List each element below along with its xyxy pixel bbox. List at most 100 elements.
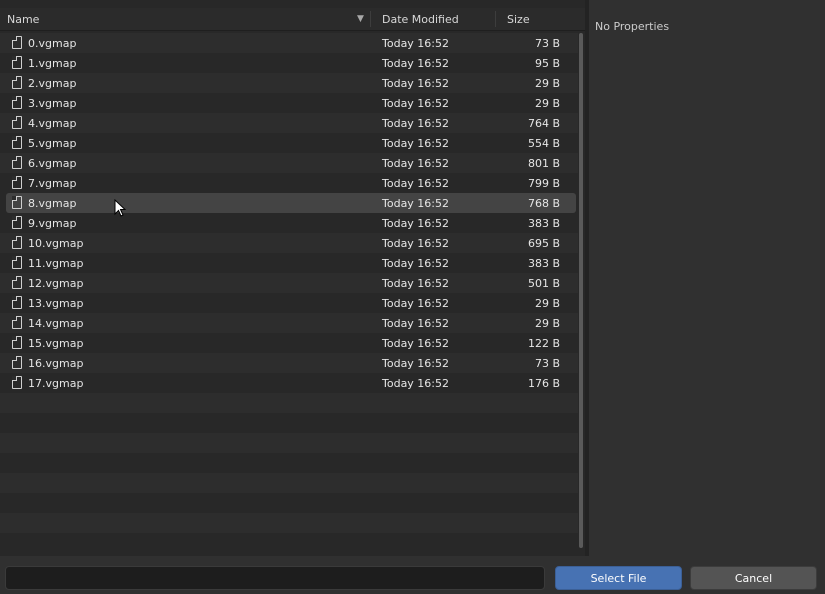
file-size: 122 B: [527, 337, 560, 350]
file-size: 29 B: [534, 77, 560, 90]
file-date-modified: Today 16:52: [382, 237, 450, 250]
file-date-modified: Today 16:52: [382, 137, 450, 150]
column-divider[interactable]: [370, 11, 371, 27]
date-modified-column-header[interactable]: Date Modified: [382, 13, 459, 26]
file-row[interactable]: 7.vgmap Today 16:52 799 B: [0, 173, 578, 193]
column-divider[interactable]: [495, 11, 496, 27]
file-size: 799 B: [527, 177, 560, 190]
file-name: 3.vgmap: [28, 97, 77, 110]
file-row[interactable]: 5.vgmap Today 16:52 554 B: [0, 133, 578, 153]
file-date-modified: Today 16:52: [382, 117, 450, 130]
file-icon: [12, 376, 22, 389]
file-size: 29 B: [534, 297, 560, 310]
file-date-modified: Today 16:52: [382, 97, 450, 110]
column-header: Name ▼ Date Modified Size: [0, 8, 585, 31]
empty-row: [0, 493, 578, 513]
file-date-modified: Today 16:52: [382, 297, 450, 310]
file-row[interactable]: 14.vgmap Today 16:52 29 B: [0, 313, 578, 333]
file-date-modified: Today 16:52: [382, 197, 450, 210]
file-name: 4.vgmap: [28, 117, 77, 130]
no-properties-label: No Properties: [595, 20, 670, 33]
empty-row: [0, 533, 578, 553]
file-row[interactable]: 9.vgmap Today 16:52 383 B: [0, 213, 578, 233]
file-row[interactable]: 4.vgmap Today 16:52 764 B: [0, 113, 578, 133]
file-name: 15.vgmap: [28, 337, 84, 350]
file-size: 554 B: [527, 137, 560, 150]
file-icon: [12, 316, 22, 329]
filename-input[interactable]: [5, 566, 545, 590]
file-name: 1.vgmap: [28, 57, 77, 70]
empty-row: [0, 393, 578, 413]
file-row[interactable]: 11.vgmap Today 16:52 383 B: [0, 253, 578, 273]
file-icon: [12, 256, 22, 269]
file-name: 17.vgmap: [28, 377, 84, 390]
file-row[interactable]: 13.vgmap Today 16:52 29 B: [0, 293, 578, 313]
file-size: 73 B: [534, 37, 560, 50]
name-column-header[interactable]: Name: [7, 13, 39, 26]
file-icon: [12, 116, 22, 129]
file-date-modified: Today 16:52: [382, 157, 450, 170]
file-icon: [12, 356, 22, 369]
file-date-modified: Today 16:52: [382, 377, 450, 390]
file-icon: [12, 296, 22, 309]
file-size: 801 B: [527, 157, 560, 170]
file-name: 9.vgmap: [28, 217, 77, 230]
cancel-button[interactable]: Cancel: [690, 566, 817, 590]
scrollbar[interactable]: [579, 33, 583, 548]
file-date-modified: Today 16:52: [382, 177, 450, 190]
file-row[interactable]: 17.vgmap Today 16:52 176 B: [0, 373, 578, 393]
file-icon: [12, 36, 22, 49]
file-icon: [12, 236, 22, 249]
file-icon: [12, 176, 22, 189]
file-name: 0.vgmap: [28, 37, 77, 50]
file-icon: [12, 136, 22, 149]
file-row[interactable]: 2.vgmap Today 16:52 29 B: [0, 73, 578, 93]
file-date-modified: Today 16:52: [382, 337, 450, 350]
file-date-modified: Today 16:52: [382, 37, 450, 50]
file-row[interactable]: 3.vgmap Today 16:52 29 B: [0, 93, 578, 113]
empty-row: [0, 473, 578, 493]
file-name: 5.vgmap: [28, 137, 77, 150]
file-size: 501 B: [527, 277, 560, 290]
file-date-modified: Today 16:52: [382, 77, 450, 90]
file-name: 2.vgmap: [28, 77, 77, 90]
file-date-modified: Today 16:52: [382, 357, 450, 370]
empty-row: [0, 513, 578, 533]
sort-triangle-down-icon[interactable]: ▼: [357, 14, 364, 24]
bottom-bar: Select File Cancel: [0, 556, 825, 594]
file-row[interactable]: 16.vgmap Today 16:52 73 B: [0, 353, 578, 373]
file-icon: [12, 336, 22, 349]
file-date-modified: Today 16:52: [382, 217, 450, 230]
file-date-modified: Today 16:52: [382, 257, 450, 270]
file-name: 16.vgmap: [28, 357, 84, 370]
file-icon: [12, 276, 22, 289]
file-size: 383 B: [527, 257, 560, 270]
file-row[interactable]: 10.vgmap Today 16:52 695 B: [0, 233, 578, 253]
empty-row: [0, 433, 578, 453]
file-name: 10.vgmap: [28, 237, 84, 250]
file-size: 764 B: [527, 117, 560, 130]
empty-row: [0, 453, 578, 473]
file-name: 6.vgmap: [28, 157, 77, 170]
file-row[interactable]: 12.vgmap Today 16:52 501 B: [0, 273, 578, 293]
file-date-modified: Today 16:52: [382, 277, 450, 290]
file-date-modified: Today 16:52: [382, 57, 450, 70]
file-name: 11.vgmap: [28, 257, 84, 270]
file-size: 29 B: [534, 97, 560, 110]
file-row[interactable]: 8.vgmap Today 16:52 768 B: [6, 193, 576, 213]
file-name: 12.vgmap: [28, 277, 84, 290]
file-size: 95 B: [534, 57, 560, 70]
select-file-button[interactable]: Select File: [555, 566, 682, 590]
file-size: 383 B: [527, 217, 560, 230]
file-row[interactable]: 15.vgmap Today 16:52 122 B: [0, 333, 578, 353]
file-list: 0.vgmap Today 16:52 73 B 1.vgmap Today 16:52…: [0, 33, 578, 553]
size-column-header[interactable]: Size: [507, 13, 530, 26]
file-row[interactable]: 6.vgmap Today 16:52 801 B: [0, 153, 578, 173]
file-name: 7.vgmap: [28, 177, 77, 190]
properties-panel: No Properties: [589, 0, 825, 556]
file-name: 8.vgmap: [28, 197, 77, 210]
file-size: 176 B: [527, 377, 560, 390]
file-row[interactable]: 0.vgmap Today 16:52 73 B: [0, 33, 578, 53]
file-icon: [12, 196, 22, 209]
file-row[interactable]: 1.vgmap Today 16:52 95 B: [0, 53, 578, 73]
